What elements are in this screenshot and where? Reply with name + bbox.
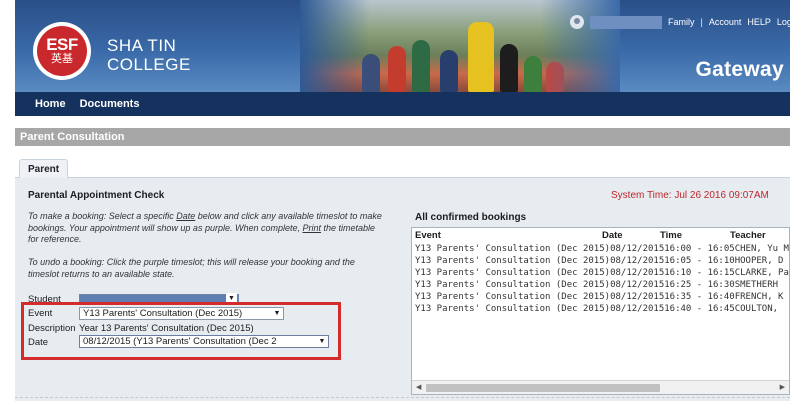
tab-parent[interactable]: Parent <box>19 159 69 178</box>
bookings-list[interactable]: Event Date Time Teacher Y13 Parents' Con… <box>411 227 790 395</box>
main-nav: Home Documents <box>15 92 790 116</box>
scroll-left-icon[interactable]: ◀ <box>416 383 421 391</box>
nav-item-documents[interactable]: Documents <box>80 98 140 110</box>
tab-strip: Parent <box>15 159 790 178</box>
user-icon <box>570 15 584 29</box>
link-family[interactable]: Family <box>668 17 695 27</box>
school-name-line1: SHA TIN <box>107 36 177 55</box>
header-banner: ESF 英基 SHA TIN COLLEGE Family | Account … <box>15 0 790 92</box>
date-link: Date <box>176 211 196 221</box>
logo-esf-text: ESF <box>46 35 78 54</box>
scroll-right-icon[interactable]: ▶ <box>780 383 785 391</box>
undo-instructions: To undo a booking: Click the purple time… <box>28 257 355 279</box>
content-panel: Parental Appointment Check System Time: … <box>15 178 790 401</box>
booking-row[interactable]: Y13 Parents' Consultation (Dec 2015)08/1… <box>415 279 789 291</box>
link-separator: | <box>700 17 703 27</box>
booking-row[interactable]: Y13 Parents' Consultation (Dec 2015)08/1… <box>415 255 789 267</box>
column-header-time: Time <box>660 230 683 241</box>
link-account[interactable]: Account <box>709 17 742 27</box>
school-name: SHA TIN COLLEGE <box>107 36 191 74</box>
horizontal-scrollbar[interactable]: ◀ ▶ <box>412 380 789 394</box>
bookings-header: Event Date Time Teacher <box>412 230 789 242</box>
link-help[interactable]: HELP <box>747 17 771 27</box>
nav-item-home[interactable]: Home <box>35 98 66 110</box>
logo-chinese-text: 英基 <box>51 53 73 65</box>
bookings-title: All confirmed bookings <box>415 212 527 223</box>
system-time: System Time: Jul 26 2016 09:07AM <box>611 190 769 201</box>
bookings-rows: Y13 Parents' Consultation (Dec 2015)08/1… <box>415 243 789 315</box>
column-header-event: Event <box>415 230 441 241</box>
column-header-date: Date <box>602 230 623 241</box>
top-links: Family | Account HELP Logo <box>570 11 790 33</box>
form-title: Parental Appointment Check <box>28 190 165 201</box>
booking-row[interactable]: Y13 Parents' Consultation (Dec 2015)08/1… <box>415 303 789 315</box>
print-link: Print <box>302 222 322 233</box>
booking-instructions: To make a booking: Select a specific Dat… <box>28 211 382 244</box>
booking-row[interactable]: Y13 Parents' Consultation (Dec 2015)08/1… <box>415 243 789 255</box>
page-divider <box>15 397 790 398</box>
highlight-box <box>21 302 341 360</box>
scrollbar-thumb[interactable] <box>426 384 660 392</box>
column-header-teacher: Teacher <box>730 230 766 241</box>
user-name-redacted <box>590 15 662 29</box>
booking-row[interactable]: Y13 Parents' Consultation (Dec 2015)08/1… <box>415 267 789 279</box>
link-logout[interactable]: Logo <box>777 17 790 27</box>
school-logo[interactable]: ESF 英基 <box>33 22 91 80</box>
school-name-line2: COLLEGE <box>107 55 191 74</box>
section-title: Parent Consultation <box>15 128 790 146</box>
app-name: Gateway <box>695 58 784 81</box>
booking-row[interactable]: Y13 Parents' Consultation (Dec 2015)08/1… <box>415 291 789 303</box>
